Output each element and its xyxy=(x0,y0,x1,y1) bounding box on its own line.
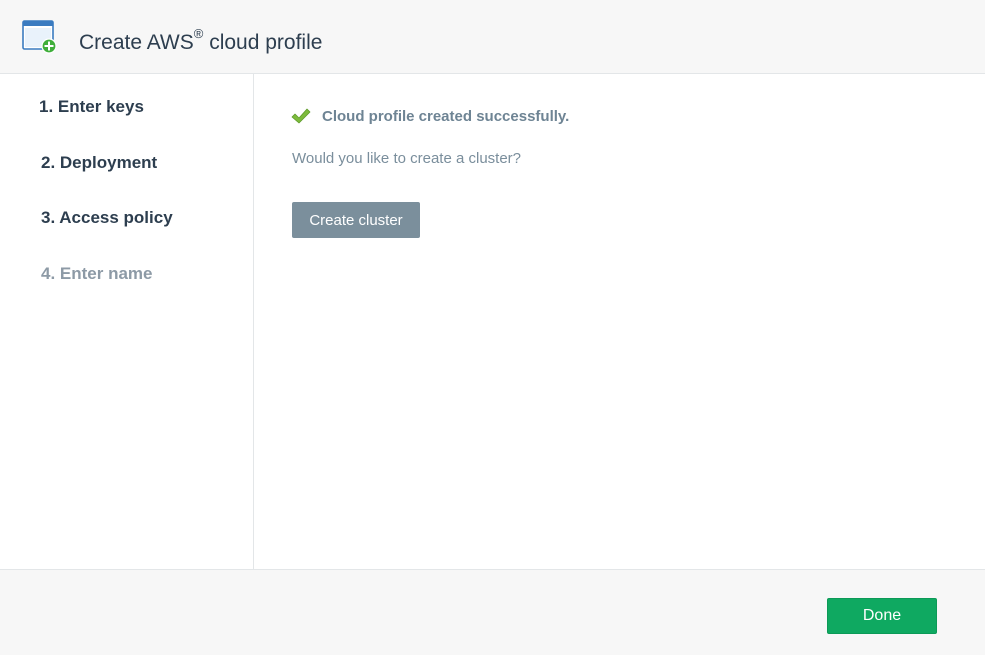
success-message: Cloud profile created successfully. xyxy=(322,107,570,125)
registered-mark: ® xyxy=(193,26,204,41)
create-cluster-button[interactable]: Create cluster xyxy=(292,202,420,238)
main-content: Cloud profile created successfully. Woul… xyxy=(254,74,985,569)
step-access-policy[interactable]: 3. Access policy xyxy=(41,208,173,228)
success-message-row: Cloud profile created successfully. xyxy=(291,107,569,125)
create-cloud-profile-dialog: Create AWS® cloud profile 1. Enter keys … xyxy=(0,0,985,655)
dialog-title-text: Create AWS xyxy=(79,31,194,54)
window-add-icon xyxy=(22,20,57,54)
create-cluster-question: Would you like to create a cluster? xyxy=(292,150,522,167)
checkmark-icon xyxy=(291,108,311,124)
step-deployment[interactable]: 2. Deployment xyxy=(41,153,157,173)
wizard-steps-sidebar: 1. Enter keys 2. Deployment 3. Access po… xyxy=(0,74,254,569)
step-enter-name[interactable]: 4. Enter name xyxy=(41,264,153,284)
done-button[interactable]: Done xyxy=(827,598,937,634)
dialog-title-suffix: cloud profile xyxy=(203,31,323,54)
dialog-title: Create AWS® cloud profile xyxy=(79,24,322,56)
dialog-footer: Done xyxy=(0,569,985,655)
step-enter-keys[interactable]: 1. Enter keys xyxy=(39,97,144,117)
dialog-header: Create AWS® cloud profile xyxy=(0,0,985,74)
